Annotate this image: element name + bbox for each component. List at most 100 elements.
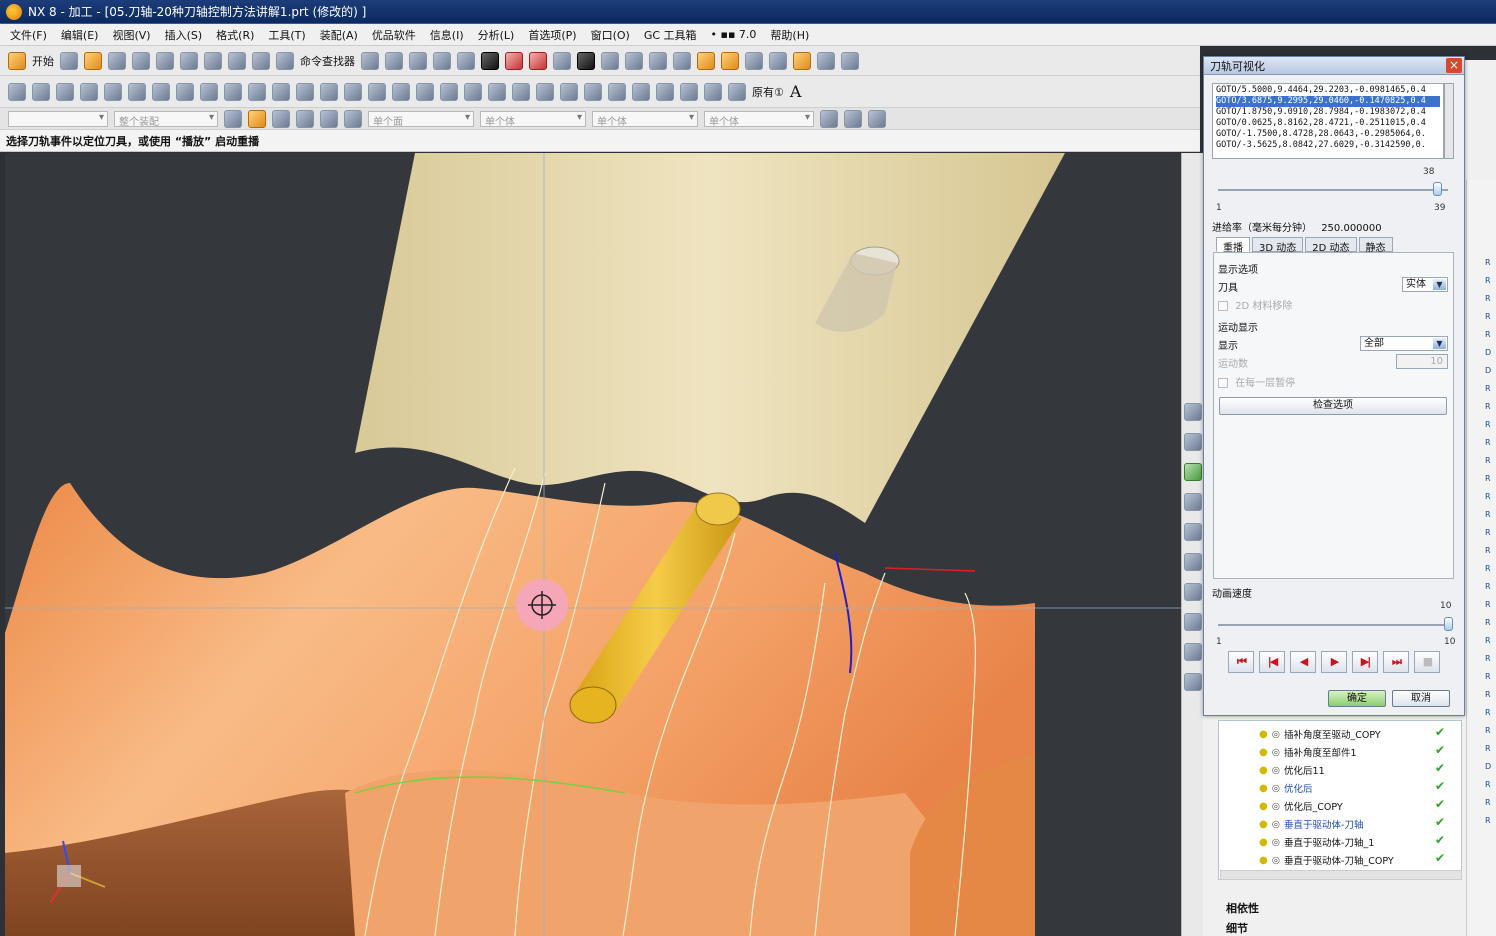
new-icon[interactable] bbox=[60, 51, 78, 70]
copy-icon[interactable] bbox=[180, 51, 198, 70]
create-program-icon[interactable] bbox=[8, 82, 26, 101]
tree-row[interactable]: ● ◎ 优化后 bbox=[1259, 781, 1313, 796]
point-snap-icon[interactable] bbox=[296, 109, 314, 128]
step-back-icon[interactable]: |◀ bbox=[1259, 651, 1285, 673]
selection-intent-icon[interactable] bbox=[248, 109, 266, 128]
delete-icon[interactable] bbox=[228, 51, 246, 70]
pointer-icon[interactable] bbox=[385, 51, 403, 70]
draft-icon[interactable] bbox=[793, 51, 811, 70]
close-geometry-icon[interactable] bbox=[656, 82, 674, 101]
replay-toolpath-icon[interactable] bbox=[152, 82, 170, 101]
start-icon[interactable] bbox=[8, 51, 26, 70]
ruler-icon[interactable] bbox=[769, 51, 787, 70]
section-icon[interactable] bbox=[553, 51, 571, 70]
body-rule[interactable]: 单个体 bbox=[480, 110, 586, 128]
background-icon[interactable] bbox=[577, 51, 595, 70]
create-method-icon[interactable] bbox=[80, 82, 98, 101]
pause-row[interactable]: 在每一层暂停 bbox=[1218, 374, 1295, 389]
delete-object-icon[interactable] bbox=[536, 82, 554, 101]
step-forward-icon[interactable]: ▶| bbox=[1352, 651, 1378, 673]
menu-item-7[interactable]: 优品软件 bbox=[372, 27, 416, 43]
show-hide-icon[interactable] bbox=[745, 51, 763, 70]
arc-icon[interactable] bbox=[320, 82, 338, 101]
body-rule-3[interactable]: 单个体 bbox=[704, 110, 814, 128]
history-icon[interactable] bbox=[1184, 583, 1202, 601]
goto-list-scrollbar[interactable] bbox=[1444, 83, 1454, 159]
command-finder-icon[interactable] bbox=[276, 51, 294, 70]
tree-row[interactable]: ● ◎ 垂直于驱动体-刀轴_COPY bbox=[1259, 853, 1394, 868]
check-options-button[interactable]: 检查选项 bbox=[1219, 397, 1447, 415]
orient-icon[interactable] bbox=[601, 51, 619, 70]
part-icon[interactable] bbox=[817, 51, 835, 70]
assembly-icon[interactable] bbox=[841, 51, 859, 70]
menu-item-10[interactable]: 首选项(P) bbox=[528, 27, 576, 43]
menu-item-0[interactable]: 文件(F) bbox=[10, 27, 47, 43]
layer-icon[interactable] bbox=[649, 51, 667, 70]
rotate-icon[interactable] bbox=[433, 51, 451, 70]
menu-item-11[interactable]: 窗口(O) bbox=[591, 27, 630, 43]
event-slider-thumb[interactable] bbox=[1432, 182, 1442, 196]
menu-item-13[interactable]: • ▪▪ 7.0 bbox=[711, 28, 757, 41]
model-scene[interactable] bbox=[5, 153, 1181, 936]
intersect-icon[interactable] bbox=[728, 82, 746, 101]
curve-icon[interactable] bbox=[368, 82, 386, 101]
open-icon[interactable] bbox=[84, 51, 102, 70]
snap-icon[interactable] bbox=[272, 109, 290, 128]
postprocess-icon[interactable] bbox=[200, 82, 218, 101]
material-removal-row[interactable]: 2D 材料移除 bbox=[1218, 297, 1292, 312]
goto-line[interactable]: GOTO/3.6875,9.2995,29.0460,-0.1470825,0.… bbox=[1216, 96, 1440, 107]
menu-item-12[interactable]: GC 工具箱 bbox=[644, 27, 697, 43]
view-cube-icon[interactable] bbox=[457, 51, 475, 70]
save-icon[interactable] bbox=[108, 51, 126, 70]
edit-icon[interactable] bbox=[488, 82, 506, 101]
menu-item-1[interactable]: 编辑(E) bbox=[61, 27, 99, 43]
menu-item-5[interactable]: 工具(T) bbox=[268, 27, 305, 43]
tree-row[interactable]: ● ◎ 垂直于驱动体-刀轴_1 bbox=[1259, 835, 1374, 850]
surface-icon[interactable] bbox=[584, 82, 602, 101]
create-operation-icon[interactable] bbox=[104, 82, 122, 101]
menu-item-8[interactable]: 信息(I) bbox=[430, 27, 464, 43]
tree-row[interactable]: ● ◎ 插补角度至部件1 bbox=[1259, 745, 1357, 760]
fast-forward-end-icon[interactable]: ⏭ bbox=[1383, 651, 1409, 673]
undo-icon[interactable] bbox=[252, 51, 270, 70]
transform-icon[interactable] bbox=[512, 82, 530, 101]
analysis-icon[interactable] bbox=[721, 51, 739, 70]
start-button[interactable]: 开始 bbox=[32, 53, 54, 69]
navigator-icon[interactable] bbox=[1184, 403, 1202, 421]
wcs-icon[interactable] bbox=[673, 51, 691, 70]
close-icon[interactable]: × bbox=[1446, 58, 1462, 73]
tree-row[interactable]: ● ◎ 优化后_COPY bbox=[1259, 799, 1343, 814]
web-browser-icon[interactable] bbox=[1184, 673, 1202, 691]
tool-display-select[interactable]: 实体 ▼ bbox=[1402, 277, 1448, 292]
tab-3[interactable]: 静态 bbox=[1358, 237, 1393, 254]
event-slider-track[interactable] bbox=[1218, 189, 1448, 191]
play-reverse-icon[interactable]: ◀ bbox=[1290, 651, 1316, 673]
paste-icon[interactable] bbox=[204, 51, 222, 70]
trim-icon[interactable] bbox=[440, 82, 458, 101]
render-style-icon[interactable] bbox=[505, 51, 523, 70]
goto-list[interactable]: GOTO/5.5000,9.4464,29.2203,-0.0981465,0.… bbox=[1212, 83, 1444, 159]
extend-icon[interactable] bbox=[464, 82, 482, 101]
snap-view-icon[interactable] bbox=[625, 51, 643, 70]
dependencies-section[interactable]: 相依性 bbox=[1226, 900, 1259, 916]
menu-item-9[interactable]: 分析(L) bbox=[478, 27, 515, 43]
blend-icon[interactable] bbox=[608, 82, 626, 101]
cut-icon[interactable] bbox=[156, 51, 174, 70]
chamfer-icon[interactable] bbox=[632, 82, 650, 101]
arrow-icon[interactable] bbox=[844, 109, 862, 128]
command-finder-button[interactable]: 命令查找器 bbox=[300, 53, 355, 69]
menu-item-3[interactable]: 插入(S) bbox=[165, 27, 203, 43]
curve-snap-icon[interactable] bbox=[320, 109, 338, 128]
stop-icon[interactable]: ■ bbox=[1414, 651, 1440, 673]
fit-view-icon[interactable] bbox=[409, 51, 427, 70]
menu-item-6[interactable]: 装配(A) bbox=[320, 27, 358, 43]
join-icon[interactable] bbox=[704, 82, 722, 101]
shop-doc-icon[interactable] bbox=[224, 82, 242, 101]
roles-icon[interactable] bbox=[1184, 643, 1202, 661]
filter-reset-icon[interactable] bbox=[224, 109, 242, 128]
body-rule-2[interactable]: 单个体 bbox=[592, 110, 698, 128]
snap-settings-icon[interactable] bbox=[820, 109, 838, 128]
box-select-icon[interactable] bbox=[344, 109, 362, 128]
selection-scope[interactable]: 整个装配 bbox=[114, 110, 218, 128]
tab-0[interactable]: 重播 bbox=[1216, 237, 1250, 254]
